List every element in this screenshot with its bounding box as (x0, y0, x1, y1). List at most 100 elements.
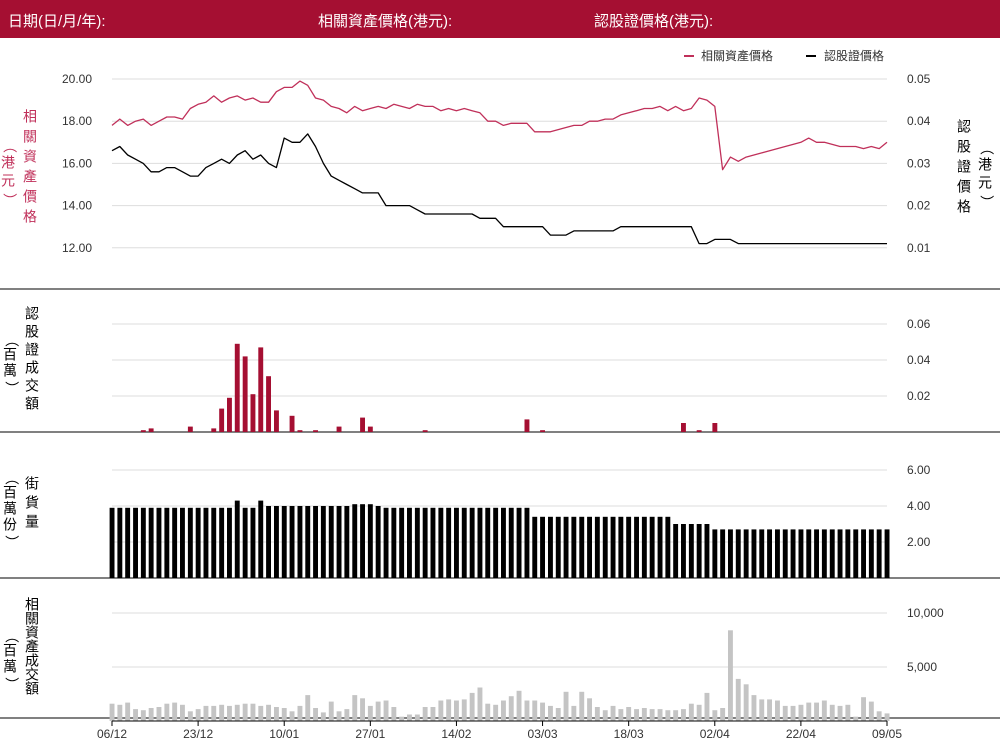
legend-warrant-label: 認股證價格 (824, 48, 884, 63)
asset-turnover-bar (109, 703, 115, 721)
asset-turnover-bar (407, 714, 412, 721)
outstanding-bar (109, 507, 115, 578)
asset-turnover-bar (696, 704, 702, 721)
outstanding-tick-label: 4.00 (907, 499, 931, 513)
warrant-turnover-bar (250, 394, 256, 432)
asset-turnover-bar (571, 705, 577, 721)
asset-turnover-bar (657, 709, 663, 721)
asset-turnover-bar (399, 716, 405, 721)
warrant-turnover-title-char: 交 (25, 378, 39, 394)
warrant-turnover-bar (140, 430, 146, 432)
asset-turnover-bar (305, 695, 311, 721)
left-tick-label: 18.00 (62, 114, 92, 128)
outstanding-bar (845, 529, 851, 578)
asset-turnover-bar (391, 707, 397, 721)
asset-turnover-bar (790, 705, 796, 721)
x-tick-label: 22/04 (786, 727, 816, 741)
asset-turnover-unit-char: 萬 (3, 659, 17, 675)
warrant-turnover-bar (242, 356, 248, 432)
asset-turnover-bar (508, 696, 514, 721)
x-tick-label: 03/03 (528, 727, 558, 741)
asset-turnover-bar (367, 705, 373, 721)
warrant-turnover-title-char: 證 (25, 342, 39, 358)
warrant-turnover-bar (234, 343, 240, 432)
outstanding-bar (579, 516, 585, 578)
outstanding-bar (203, 507, 209, 578)
asset-turnover-bar (156, 707, 162, 721)
warrant-turnover-tick-label: 0.02 (907, 389, 931, 403)
right-tick-label: 0.05 (907, 72, 931, 86)
asset-turnover-bar (845, 704, 851, 721)
outstanding-bar (673, 524, 679, 578)
x-tick-label: 23/12 (183, 727, 213, 741)
asset-turnover-bar (469, 692, 475, 721)
asset-turnover-bar (422, 707, 428, 721)
asset-turnover-bar (250, 703, 256, 721)
asset-turnover-bar (587, 698, 592, 721)
outstanding-bar (743, 529, 749, 578)
asset-turnover-unit-char: （ (3, 629, 19, 643)
asset-turnover-bar (454, 700, 459, 721)
asset-turnover-bar (868, 701, 874, 721)
outstanding-bar (594, 516, 600, 578)
right-axis-title-char: 認 (957, 119, 971, 135)
asset-turnover-bar (344, 709, 350, 721)
warrant-turnover-bar (313, 430, 318, 432)
outstanding-bar (258, 500, 264, 578)
date-label: 日期(日/月/年): (8, 13, 106, 30)
outstanding-bar (305, 506, 311, 578)
outstanding-bar (313, 506, 318, 578)
asset-turnover-bar (274, 707, 279, 721)
outstanding-bar (501, 507, 506, 578)
warrant-turnover-bar (696, 430, 702, 432)
asset-turnover-bar (438, 700, 444, 721)
asset-turnover-bar (743, 684, 749, 721)
outstanding-bar (336, 506, 342, 578)
asset-turnover-bar (618, 709, 624, 721)
asset-turnover-bar (775, 700, 780, 721)
outstanding-bar (571, 516, 577, 578)
warrant-turnover-unit-char: （ (3, 333, 19, 347)
left-axis-title-char: 格 (23, 209, 37, 225)
outstanding-bar (430, 507, 436, 578)
left-tick-label: 14.00 (62, 199, 92, 213)
asset-turnover-bar (837, 705, 843, 721)
outstanding-bar (540, 516, 545, 578)
outstanding-bar (414, 507, 420, 578)
outstanding-bar (602, 516, 608, 578)
x-tick-label: 02/04 (700, 727, 730, 741)
asset-price-line (111, 80, 888, 171)
asset-price-label: 相關資產價格(港元): (318, 13, 453, 30)
outstanding-bar (211, 507, 217, 578)
right-axis-title-char: 價 (957, 179, 971, 195)
outstanding-bar (297, 506, 303, 578)
warrant-turnover-title-char: 成 (25, 360, 39, 376)
outstanding-bar (328, 506, 334, 578)
asset-turnover-bar (751, 695, 757, 721)
asset-turnover-bar (688, 703, 694, 721)
left-axis-title-char: 價 (23, 189, 37, 205)
outstanding-bar (829, 529, 835, 578)
asset-turnover-bar (133, 709, 138, 721)
warrant-turnover-bar (524, 419, 530, 432)
asset-turnover-bar (140, 710, 146, 721)
outstanding-bar (234, 500, 240, 578)
warrant-turnover-bar (681, 423, 686, 432)
asset-turnover-bar (563, 691, 569, 721)
warrant-turnover-title-char: 認 (25, 306, 39, 322)
left-axis-title-char: 產 (23, 169, 37, 185)
outstanding-bar (493, 507, 499, 578)
left-tick-label: 16.00 (62, 156, 92, 170)
outstanding-bar (344, 506, 350, 578)
outstanding-bar (187, 507, 193, 578)
asset-turnover-bar (383, 700, 389, 721)
asset-turnover-bar (626, 707, 632, 721)
outstanding-title-char: 街 (25, 476, 39, 492)
warrant-chart: 20.00 18.00 16.00 14.00 12.00 0.05 0.04 0.03 0.0… (0, 48, 1000, 741)
asset-turnover-bar (172, 702, 178, 721)
outstanding-bar (876, 529, 882, 578)
outstanding-bar (281, 506, 287, 578)
warrant-turnover-bar (148, 428, 154, 432)
outstanding-bar (610, 516, 616, 578)
warrant-turnover-bar (712, 423, 718, 432)
